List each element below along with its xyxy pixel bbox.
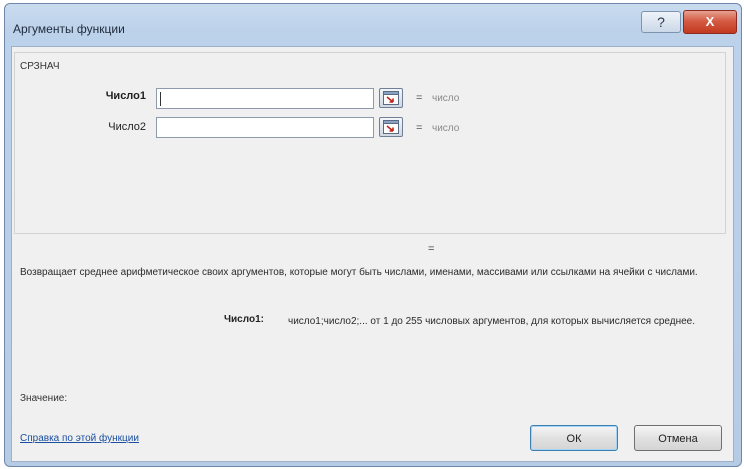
cancel-button[interactable]: Отмена xyxy=(634,425,722,451)
arg2-equals: = xyxy=(416,122,423,134)
function-description: Возвращает среднее арифметическое своих … xyxy=(20,267,698,278)
arg2-label: Число2 xyxy=(108,121,146,133)
arg-description-text: число1;число2;... от 1 до 255 числовых а… xyxy=(288,316,696,327)
arg1-collapse-button[interactable] xyxy=(379,88,403,108)
arg-description-label: Число1: xyxy=(224,314,264,325)
text-caret xyxy=(160,92,161,106)
value-label: Значение: xyxy=(20,393,68,404)
function-name: СРЗНАЧ xyxy=(20,61,60,72)
arguments-group xyxy=(14,52,726,234)
arg2-collapse-button[interactable] xyxy=(379,117,403,137)
arg1-label: Число1 xyxy=(105,90,146,102)
collapse-dialog-icon xyxy=(383,120,399,134)
help-icon: ? xyxy=(657,14,665,30)
ok-button[interactable]: ОК xyxy=(530,425,618,451)
collapse-dialog-icon xyxy=(383,91,399,105)
close-icon: X xyxy=(705,14,715,29)
help-link[interactable]: Справка по этой функции xyxy=(20,433,139,444)
dialog-title: Аргументы функции xyxy=(13,22,125,36)
arg1-input[interactable] xyxy=(156,88,374,109)
close-button[interactable]: X xyxy=(683,10,737,34)
arg1-equals: = xyxy=(416,92,423,104)
arg2-hint: число xyxy=(432,123,460,134)
help-button[interactable]: ? xyxy=(641,11,681,33)
result-equals: = xyxy=(428,243,435,255)
arg2-input[interactable] xyxy=(156,117,374,138)
arg1-hint: число xyxy=(432,93,460,104)
title-bar[interactable]: Аргументы функции ? X xyxy=(5,4,741,44)
